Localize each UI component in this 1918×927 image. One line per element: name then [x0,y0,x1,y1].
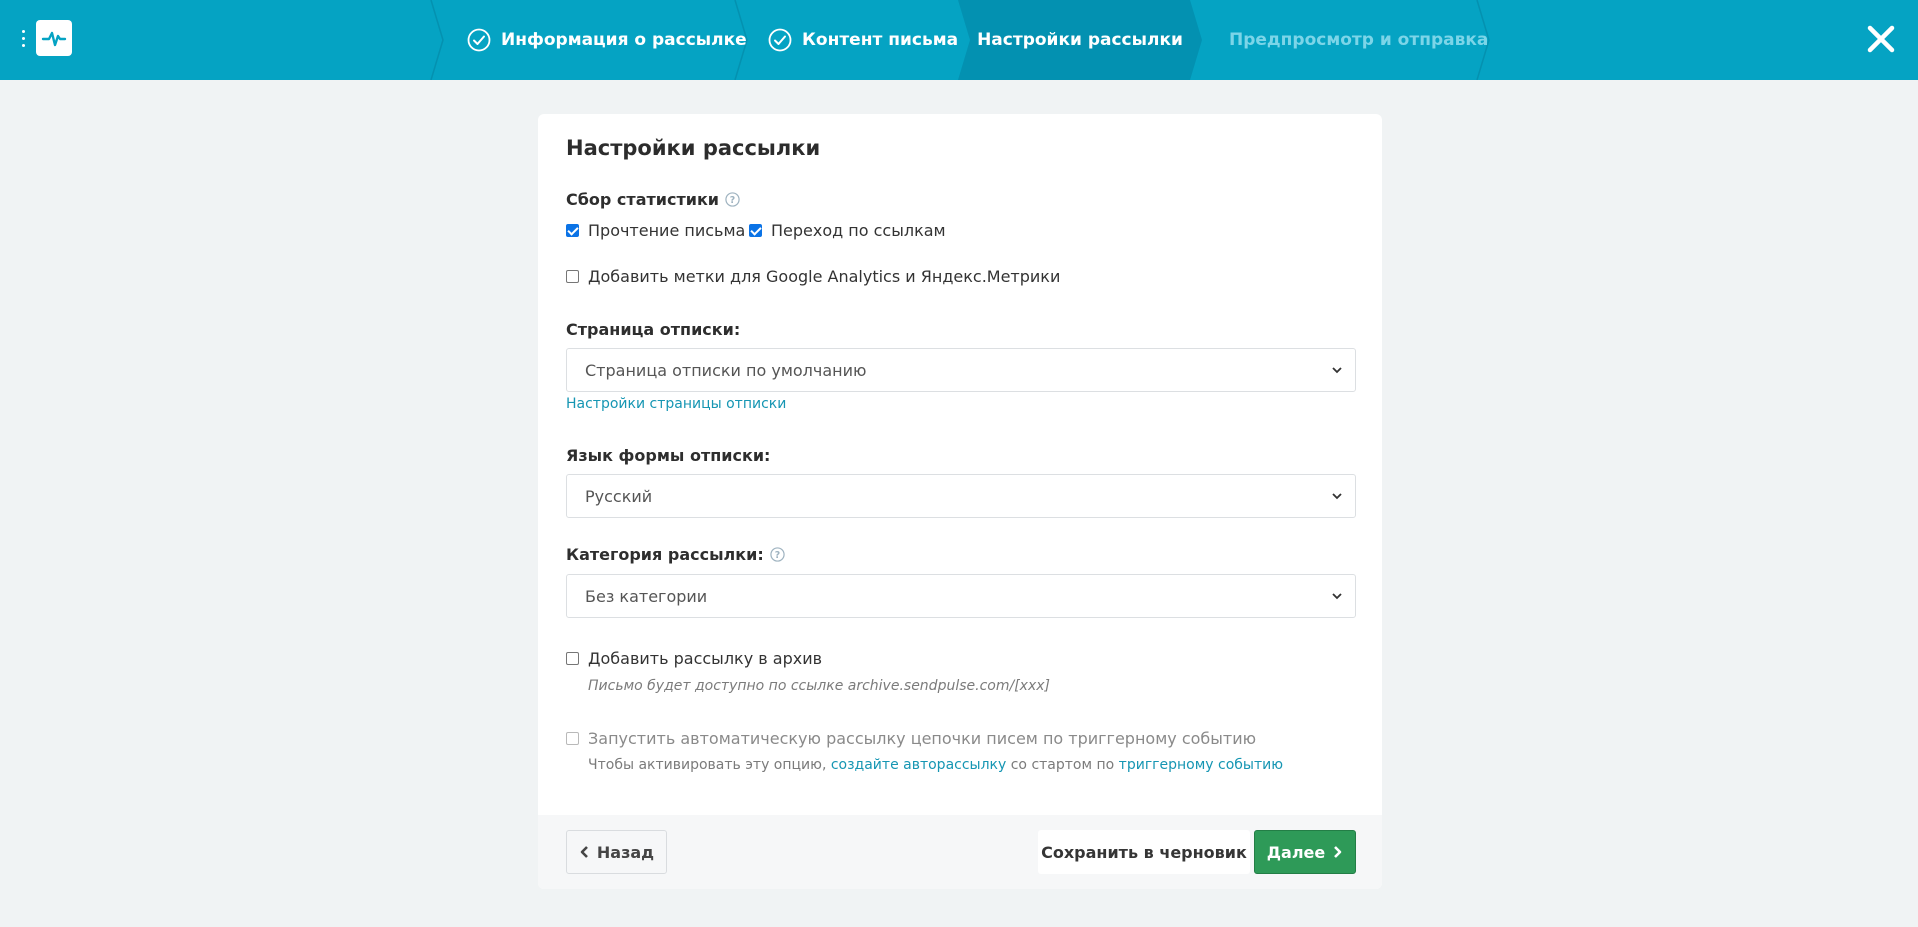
select-value: Страница отписки по умолчанию [585,360,867,380]
button-label: Далее [1266,842,1326,862]
step-info[interactable]: Информация о рассылке [467,0,747,80]
back-button[interactable]: Назад [566,830,667,874]
menu-dots-icon[interactable] [20,30,28,50]
step-label: Контент письма [802,30,959,50]
check-circle-icon [768,28,792,52]
unsubscribe-lang-label: Язык формы отписки: [566,446,771,465]
archive-hint: Письмо будет доступно по ссылке archive.… [588,678,1050,694]
next-button[interactable]: Далее [1254,830,1356,874]
open-tracking-checkbox[interactable]: Прочтение письма [566,221,745,240]
unsubscribe-page-select[interactable]: Страница отписки по умолчанию [566,348,1356,392]
step-label: Настройки рассылки [977,30,1183,50]
unsubscribe-settings-link[interactable]: Настройки страницы отписки [566,396,786,412]
hint-text: Чтобы активировать эту опцию, [588,757,831,773]
trigger-hint: Чтобы активировать эту опцию, создайте а… [588,757,1283,773]
create-autoflow-link[interactable]: создайте авторассылку [831,757,1006,773]
step-label: Информация о рассылке [501,30,747,50]
checkbox-box[interactable] [749,224,762,237]
chevron-down-icon [1332,593,1342,600]
checkbox-label: Добавить метки для Google Analytics и Ян… [588,267,1061,286]
unsubscribe-lang-select[interactable]: Русский [566,474,1356,518]
settings-card: Настройки рассылки Сбор статистики ? Про… [538,114,1382,889]
hint-text: со стартом по [1006,757,1119,773]
archive-checkbox[interactable]: Добавить рассылку в архив [566,649,822,668]
logo[interactable] [36,20,72,56]
check-circle-icon [467,28,491,52]
chevron-down-icon [1332,493,1342,500]
save-draft-button[interactable]: Сохранить в черновик [1038,830,1250,874]
close-icon[interactable] [1864,22,1898,56]
checkbox-label: Запустить автоматическую рассылку цепочк… [588,729,1257,748]
chevron-right-icon [1334,846,1342,858]
stats-label: Сбор статистики ? [566,190,740,209]
select-value: Без категории [585,586,708,606]
checkbox-label: Прочтение письма [588,221,746,240]
category-select[interactable]: Без категории [566,574,1356,618]
unsubscribe-page-label: Страница отписки: [566,320,741,339]
category-label: Категория рассылки: ? [566,545,785,564]
chevron-down-icon [1332,367,1342,374]
stats-label-text: Сбор статистики [566,190,720,209]
pulse-icon [41,31,67,47]
category-label-text: Категория рассылки: [566,545,764,564]
svg-text:?: ? [730,195,735,206]
button-label: Назад [596,842,655,862]
step-label: Предпросмотр и отправка [1229,30,1489,50]
trigger-event-link[interactable]: триггерному событию [1119,757,1283,773]
checkbox-box[interactable] [566,652,579,665]
top-bar: Информация о рассылке Контент письма Нас… [0,0,1918,80]
step-preview[interactable]: Предпросмотр и отправка [1229,0,1488,80]
click-tracking-checkbox[interactable]: Переход по ссылкам [749,221,946,240]
select-value: Русский [585,486,653,506]
chevron-left-icon [580,846,588,858]
checkbox-label: Добавить рассылку в архив [588,649,823,668]
card-footer: Назад Сохранить в черновик Далее [538,815,1382,889]
utm-checkbox[interactable]: Добавить метки для Google Analytics и Ян… [566,267,1060,286]
help-icon[interactable]: ? [770,547,785,562]
checkbox-box[interactable] [566,270,579,283]
step-settings[interactable]: Настройки рассылки [958,0,1202,80]
page-title: Настройки рассылки [566,136,821,160]
checkbox-label: Переход по ссылкам [771,221,946,240]
step-divider [430,0,444,80]
step-content[interactable]: Контент письма [768,0,958,80]
checkbox-box[interactable] [566,732,579,745]
checkbox-box[interactable] [566,224,579,237]
help-icon[interactable]: ? [725,192,740,207]
trigger-checkbox[interactable]: Запустить автоматическую рассылку цепочк… [566,729,1256,748]
svg-text:?: ? [775,550,780,561]
